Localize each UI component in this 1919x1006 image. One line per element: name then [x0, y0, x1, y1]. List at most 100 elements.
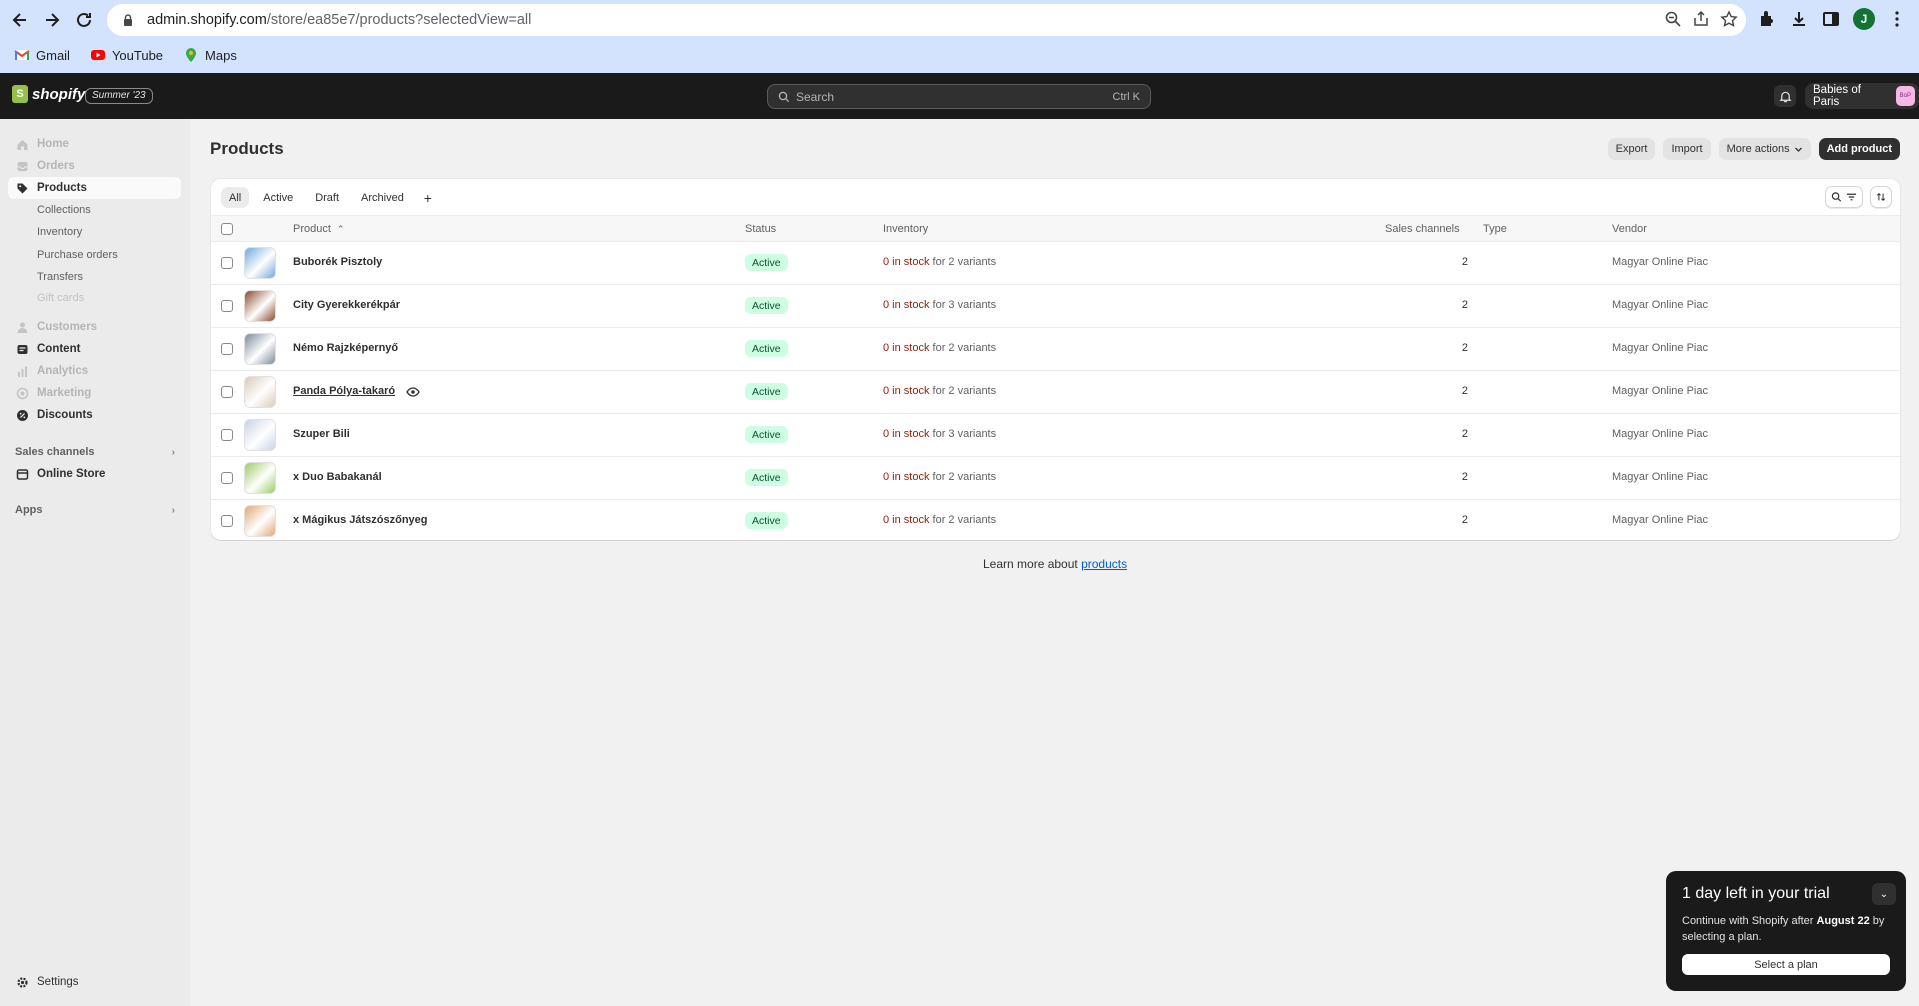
- gmail-icon: [14, 50, 30, 60]
- product-thumbnail: [244, 247, 276, 279]
- sidebar-subitem-purchase-orders[interactable]: Purchase orders: [37, 245, 118, 265]
- table-row[interactable]: City Gyerekkerékpár Active 0 in stock fo…: [211, 285, 1900, 328]
- eye-icon[interactable]: [406, 385, 420, 399]
- back-button[interactable]: [4, 4, 36, 36]
- select-all-checkbox[interactable]: [221, 223, 233, 235]
- product-name[interactable]: x Duo Babakanál: [293, 471, 382, 483]
- share-icon[interactable]: [1692, 10, 1710, 28]
- table-row[interactable]: x Duo Babakanál Active 0 in stock for 2 …: [211, 457, 1900, 500]
- table-header: Product ⌃ Status Inventory Sales channel…: [211, 215, 1900, 242]
- sidebar-subitem-gift-cards[interactable]: Gift cards: [37, 288, 84, 308]
- products-help-link[interactable]: products: [1081, 557, 1127, 571]
- orders-icon: [16, 160, 29, 173]
- sidebar-item-orders[interactable]: Orders: [8, 155, 181, 177]
- sidebar-subitem-inventory[interactable]: Inventory: [37, 222, 82, 242]
- analytics-icon: [16, 365, 29, 378]
- product-name[interactable]: Buborék Pisztoly: [293, 256, 382, 268]
- bookmark-star-icon[interactable]: [1720, 10, 1738, 28]
- vendor-cell: Magyar Online Piac: [1612, 514, 1708, 526]
- extensions-icon[interactable]: [1757, 9, 1777, 29]
- sidebar-subitem-transfers[interactable]: Transfers: [37, 267, 83, 287]
- bookmark-maps[interactable]: Maps: [183, 47, 237, 63]
- sidebar: Home Orders Products Collections Invento…: [0, 119, 190, 1006]
- tab-active[interactable]: Active: [255, 187, 301, 208]
- row-checkbox[interactable]: [221, 300, 233, 312]
- sidebar-item-settings[interactable]: Settings: [8, 971, 181, 993]
- reload-button[interactable]: [68, 4, 100, 36]
- row-checkbox[interactable]: [221, 472, 233, 484]
- table-row[interactable]: Buborék Pisztoly Active 0 in stock for 2…: [211, 242, 1900, 285]
- inventory-cell: 0 in stock for 2 variants: [883, 256, 997, 268]
- product-name[interactable]: x Mágikus Játszószőnyeg: [293, 514, 428, 526]
- notifications-button[interactable]: [1774, 85, 1796, 107]
- sales-channels-cell: 2: [1461, 385, 1468, 397]
- export-button[interactable]: Export: [1607, 138, 1656, 160]
- sidebar-item-analytics[interactable]: Analytics: [8, 360, 181, 382]
- product-name[interactable]: City Gyerekkerékpár: [293, 299, 400, 311]
- product-thumbnail: [244, 290, 276, 322]
- chevron-down-icon: [1794, 147, 1802, 152]
- bookmark-youtube[interactable]: YouTube: [90, 47, 163, 63]
- side-panel-icon[interactable]: [1821, 9, 1841, 29]
- sidebar-item-products[interactable]: Products: [8, 177, 181, 199]
- table-row[interactable]: Némo Rajzképernyő Active 0 in stock for …: [211, 328, 1900, 371]
- add-view-button[interactable]: +: [418, 187, 438, 208]
- product-name[interactable]: Panda Pólya-takaró: [293, 385, 395, 397]
- add-product-button[interactable]: Add product: [1818, 138, 1900, 160]
- youtube-icon: [90, 50, 105, 60]
- row-checkbox[interactable]: [221, 343, 233, 355]
- forward-arrow-icon: [46, 13, 60, 27]
- more-actions-button[interactable]: More actions: [1718, 138, 1811, 160]
- store-menu-button[interactable]: Babies of Paris BoP: [1805, 83, 1919, 109]
- sort-button[interactable]: [1870, 186, 1892, 208]
- search-input[interactable]: Search Ctrl K: [767, 84, 1151, 109]
- tab-all[interactable]: All: [221, 187, 250, 208]
- sidebar-section-apps[interactable]: Apps ›: [15, 500, 175, 520]
- sidebar-subitem-collections[interactable]: Collections: [37, 200, 91, 220]
- bookmark-gmail[interactable]: Gmail: [14, 47, 70, 63]
- status-badge: Active: [745, 297, 788, 314]
- download-icon[interactable]: [1789, 9, 1809, 29]
- zoom-icon[interactable]: [1664, 10, 1682, 28]
- browser-chrome: admin.shopify.com/store/ea85e7/products?…: [0, 0, 1919, 73]
- sidebar-item-customers[interactable]: Customers: [8, 316, 181, 338]
- sidebar-item-content[interactable]: Content: [8, 338, 181, 360]
- product-name[interactable]: Némo Rajzképernyő: [293, 342, 398, 354]
- sidebar-section-sales-channels[interactable]: Sales channels ›: [15, 442, 175, 462]
- column-product[interactable]: Product ⌃: [293, 223, 345, 235]
- row-checkbox[interactable]: [221, 429, 233, 441]
- status-badge: Active: [745, 383, 788, 400]
- table-row[interactable]: Szuper Bili Active 0 in stock for 3 vari…: [211, 414, 1900, 457]
- status-badge: Active: [745, 426, 788, 443]
- sidebar-item-marketing[interactable]: Marketing: [8, 382, 181, 404]
- sidebar-item-home[interactable]: Home: [8, 133, 181, 155]
- table-row[interactable]: x Mágikus Játszószőnyeg Active 0 in stoc…: [211, 500, 1900, 540]
- sales-channels-cell: 2: [1461, 471, 1468, 483]
- product-name[interactable]: Szuper Bili: [293, 428, 350, 440]
- product-thumbnail: [244, 505, 276, 537]
- sidebar-item-online-store[interactable]: Online Store: [8, 463, 181, 485]
- page-title: Products: [210, 139, 284, 158]
- vendor-cell: Magyar Online Piac: [1612, 471, 1708, 483]
- inventory-cell: 0 in stock for 3 variants: [883, 428, 997, 440]
- search-filter-button[interactable]: [1825, 186, 1863, 208]
- status-badge: Active: [745, 340, 788, 357]
- select-plan-button[interactable]: Select a plan: [1682, 954, 1890, 975]
- address-bar[interactable]: admin.shopify.com/store/ea85e7/products?…: [107, 4, 1746, 36]
- learn-more: Learn more about products: [983, 557, 1128, 571]
- forward-button[interactable]: [36, 4, 68, 36]
- collapse-popup-button[interactable]: ⌄: [1872, 883, 1896, 905]
- row-checkbox[interactable]: [221, 257, 233, 269]
- table-row[interactable]: Panda Pólya-takaró Active 0 in stock for…: [211, 371, 1900, 414]
- import-button[interactable]: Import: [1663, 138, 1711, 160]
- menu-kebab-icon[interactable]: [1887, 9, 1907, 29]
- tab-archived[interactable]: Archived: [353, 187, 412, 208]
- shopify-logo[interactable]: S shopify: [12, 85, 85, 103]
- row-checkbox[interactable]: [221, 515, 233, 527]
- sidebar-item-discounts[interactable]: Discounts: [8, 404, 181, 426]
- profile-avatar[interactable]: J: [1853, 8, 1875, 30]
- marketing-icon: [16, 387, 29, 400]
- row-checkbox[interactable]: [221, 386, 233, 398]
- product-thumbnail: [244, 333, 276, 365]
- tab-draft[interactable]: Draft: [307, 187, 347, 208]
